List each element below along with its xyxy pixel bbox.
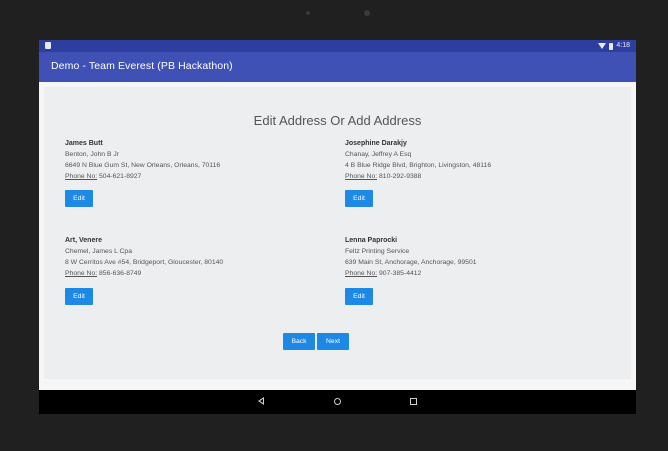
system-tray: 4:18 <box>598 41 630 51</box>
address-card: James Butt Benton, John B Jr 6649 N Blue… <box>65 138 305 182</box>
status-time: 4:18 <box>616 42 630 49</box>
phone-number: 856-636-8749 <box>97 270 142 277</box>
address-phone: Phone No: 504-621-8927 <box>65 171 305 182</box>
phone-number: 907-385-4412 <box>377 270 422 277</box>
address-street: 4 B Blue Ridge Blvd, Brighton, Livingsto… <box>345 162 492 169</box>
address-name: James Butt <box>65 140 103 147</box>
edit-button[interactable]: Edit <box>345 190 373 207</box>
phone-label: Phone No: <box>65 173 98 180</box>
address-card: Art, Venere Chemel, James L Cpa 8 W Cerr… <box>65 235 305 279</box>
edit-button[interactable]: Edit <box>345 288 373 305</box>
next-button[interactable]: Next <box>317 333 349 350</box>
status-bar: 4:18 <box>39 40 636 52</box>
app-bar: Demo - Team Everest (PB Hackathon) <box>39 52 636 82</box>
address-phone: Phone No: 907-385-4412 <box>345 268 585 279</box>
address-street: 639 Main St, Anchorage, Anchorage, 99501 <box>345 259 477 266</box>
address-name: Art, Venere <box>65 237 102 244</box>
wifi-icon <box>598 43 607 49</box>
address-phone: Phone No: 810-292-9388 <box>345 171 585 182</box>
edit-button[interactable]: Edit <box>65 190 93 207</box>
system-nav-bar <box>39 390 636 414</box>
phone-label: Phone No: <box>345 173 378 180</box>
sensor-dot <box>306 11 310 15</box>
phone-number: 504-621-8927 <box>97 173 142 180</box>
address-card: Josephine Darakjy Chanay, Jeffrey A Esq … <box>345 138 585 182</box>
address-contact: Benton, John B Jr <box>65 151 120 158</box>
app-title: Demo - Team Everest (PB Hackathon) <box>51 60 233 72</box>
address-phone: Phone No: 856-636-8749 <box>65 268 305 279</box>
back-nav-icon[interactable] <box>258 397 264 405</box>
address-contact: Chanay, Jeffrey A Esq <box>345 151 412 158</box>
sd-card-icon <box>45 42 51 49</box>
address-panel: Edit Address Or Add Address James Butt B… <box>44 87 631 379</box>
address-card: Lenna Paprocki Feltz Printing Service 63… <box>345 235 585 279</box>
address-street: 6649 N Blue Gum St, New Orleans, Orleans… <box>65 162 221 169</box>
phone-number: 810-292-9388 <box>377 173 422 180</box>
address-contact: Chemel, James L Cpa <box>65 248 132 255</box>
address-name: Lenna Paprocki <box>345 237 398 244</box>
back-button[interactable]: Back <box>283 333 315 350</box>
address-street: 8 W Cerritos Ave #54, Bridgeport, Glouce… <box>65 259 224 266</box>
phone-label: Phone No: <box>65 270 98 277</box>
phone-label: Phone No: <box>345 270 378 277</box>
edit-button[interactable]: Edit <box>65 288 93 305</box>
battery-icon <box>609 42 614 50</box>
camera-icon <box>364 10 370 16</box>
home-nav-icon[interactable] <box>334 398 341 405</box>
device-screen: 4:18 Demo - Team Everest (PB Hackathon) … <box>39 40 636 414</box>
recents-nav-icon[interactable] <box>410 398 417 405</box>
page-title: Edit Address Or Add Address <box>253 113 422 128</box>
address-contact: Feltz Printing Service <box>345 248 410 255</box>
address-name: Josephine Darakjy <box>345 140 407 147</box>
